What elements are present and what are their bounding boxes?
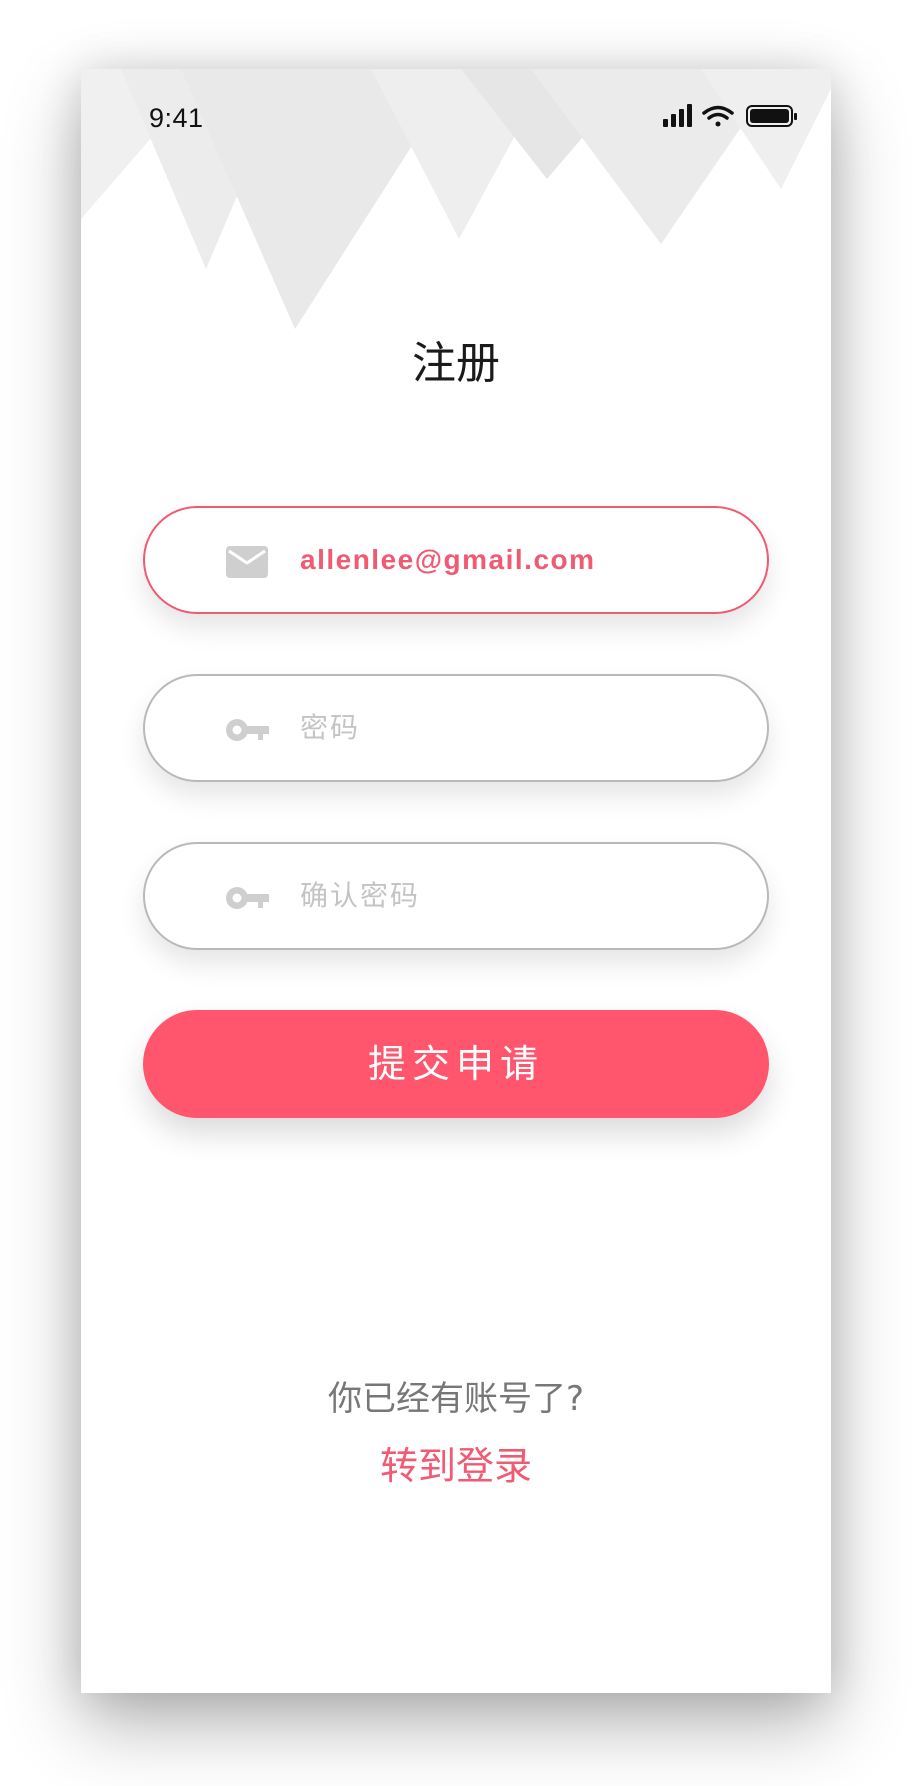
page-title: 注册 xyxy=(412,338,500,389)
status-bar: 9:41 xyxy=(81,69,831,157)
mail-icon xyxy=(226,546,268,578)
key-icon xyxy=(226,887,269,909)
key-icon xyxy=(226,719,269,741)
confirm-password-placeholder: 确认密码 xyxy=(300,879,421,912)
email-value: allenlee@gmail.com xyxy=(300,544,596,575)
go-to-login-link[interactable]: 转到登录 xyxy=(81,1435,831,1490)
status-time: 9:41 xyxy=(149,103,204,133)
phone-screen: 9:41 注册 allenlee@gmail.com 密码 确认密码 提交申请 … xyxy=(81,69,831,1693)
email-field[interactable]: allenlee@gmail.com xyxy=(143,506,769,614)
password-field[interactable]: 密码 xyxy=(143,674,769,782)
submit-button[interactable]: 提交申请 xyxy=(143,1010,769,1118)
signal-icon xyxy=(663,104,692,127)
have-account-text: 你已经有账号了? xyxy=(327,1379,585,1419)
password-placeholder: 密码 xyxy=(300,711,361,744)
wifi-icon xyxy=(702,105,734,127)
battery-icon xyxy=(746,105,797,127)
confirm-password-field[interactable]: 确认密码 xyxy=(143,842,769,950)
status-icons xyxy=(663,104,797,127)
